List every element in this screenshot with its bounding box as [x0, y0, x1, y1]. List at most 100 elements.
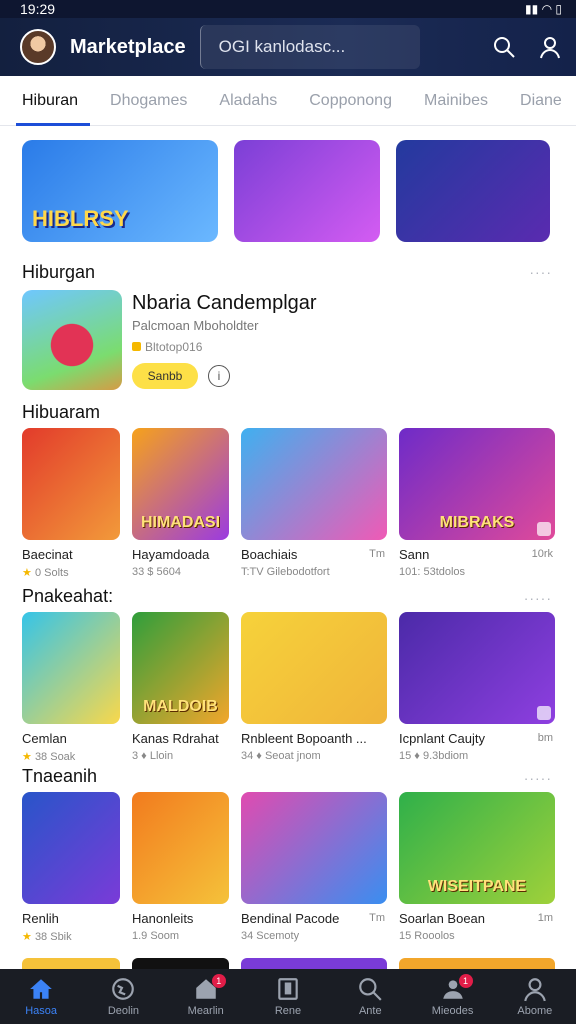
featured-app[interactable]: Nbaria Candemplgar Palcmoan Mboholdter B…: [22, 290, 552, 390]
section-title: Hibuaram: [22, 402, 101, 422]
section-title: Pnakeahat:: [22, 586, 114, 606]
banner-card[interactable]: [234, 140, 380, 242]
app-card[interactable]: MALDOIB Kanas Rdrahat 3 ♦ Lloin: [132, 612, 229, 763]
play-icon: [537, 706, 551, 720]
more-icon[interactable]: ····: [529, 264, 552, 280]
app-meta: ★ 0 Solts: [22, 567, 69, 579]
search-input[interactable]: OGI kanlodasc...: [199, 25, 420, 69]
app-name: Kanas Rdrahat: [132, 731, 219, 746]
tab-hiburan[interactable]: Hiburan: [15, 76, 91, 126]
home-icon: [30, 979, 52, 999]
search-icon[interactable]: [492, 35, 516, 59]
search-icon: [359, 978, 382, 1001]
app-card[interactable]: Baecinat ★ 0 Solts: [22, 428, 120, 579]
next-row-peek: [22, 958, 555, 969]
app-thumbnail: [241, 792, 387, 904]
banner-card[interactable]: [396, 140, 550, 242]
bottom-nav: Hasoa Deolin 1 Mearlin Rene Ante 1 Mieod…: [0, 969, 576, 1024]
status-time: 19:29: [20, 1, 56, 17]
more-icon[interactable]: ·····: [524, 590, 552, 606]
app-meta: ★ 38 Sbik: [22, 931, 72, 943]
app-name: Soarlan Boean: [399, 911, 486, 926]
play-icon: [537, 522, 551, 536]
app-card[interactable]: Bendinal Pacode 34 Scemoty Tm: [241, 792, 387, 943]
app-name: Cemlan: [22, 731, 67, 746]
nav-label: Rene: [274, 1005, 302, 1017]
tab-aladahs[interactable]: Aladahs: [219, 76, 277, 126]
app-thumbnail: MALDOIB: [132, 612, 229, 724]
app-size: bm: [537, 732, 553, 744]
tab-dhogames[interactable]: Dhogames: [110, 76, 187, 126]
app-name: Icpnlant Caujty: [399, 731, 485, 746]
app-thumbnail: WISEITPANE: [399, 792, 555, 904]
nav-item-rene[interactable]: Rene: [247, 969, 329, 1024]
nav-item-abome[interactable]: Abome: [494, 969, 576, 1024]
nav-label: Ante: [358, 1005, 382, 1017]
app-name: Bendinal Pacode: [241, 911, 340, 926]
app-meta: 15 Rooolos: [399, 930, 455, 942]
app-name: Boachiais: [241, 547, 298, 562]
more-icon[interactable]: ·····: [524, 770, 552, 786]
banner-title: HIBLRSY: [32, 206, 129, 231]
app-name: Baecinat: [22, 547, 73, 562]
app-size: Tm: [369, 912, 385, 924]
nav-item-mearlin[interactable]: 1 Mearlin: [165, 969, 247, 1024]
banner-card[interactable]: HIBLRSY: [22, 140, 218, 242]
app-card[interactable]: Hanonleits 1.9 Soom: [132, 792, 229, 943]
app-title: Marketplace: [70, 35, 186, 58]
app-row: Cemlan ★ 38 Soak MALDOIB Kanas Rdrahat 3…: [22, 612, 567, 763]
nav-item-mieodes[interactable]: 1 Mieodes: [411, 969, 493, 1024]
section-title: Hiburgan: [22, 262, 96, 282]
nav-item-home[interactable]: Hasoa: [0, 969, 82, 1024]
app-meta: 33 $ 5604: [132, 566, 181, 578]
get-button[interactable]: Sanbb: [132, 363, 198, 389]
app-card[interactable]: Rnbleent Bopoanth ... 34 ♦ Seoat jnom: [241, 612, 387, 763]
app-card[interactable]: Renlih ★ 38 Sbik: [22, 792, 120, 943]
top-app-bar: Marketplace OGI kanlodasc...: [0, 18, 576, 76]
section-title: Tnaeanih: [22, 766, 98, 786]
tab-copponong[interactable]: Copponong: [309, 76, 392, 126]
app-row: Baecinat ★ 0 Solts HIMADASI Hayamdoada 3…: [22, 428, 567, 579]
nav-label: Deolin: [107, 1005, 140, 1017]
app-thumbnail: [241, 428, 387, 540]
app-card[interactable]: Icpnlant Caujty 15 ♦ 9.3bdiom bm: [399, 612, 555, 763]
thumbnail-caption: WISEITPANE: [427, 878, 527, 895]
thumbnail-caption: MALDOIB: [143, 698, 218, 715]
status-icons: ▮▮ ◠ ▯: [525, 2, 562, 16]
nav-label: Mearlin: [187, 1005, 224, 1017]
nav-item-deolin[interactable]: Deolin: [82, 969, 164, 1024]
app-meta: 1.9 Soom: [132, 930, 180, 942]
app-size: Tm: [369, 548, 385, 560]
app-row: Renlih ★ 38 Sbik Hanonleits 1.9 Soom Ben…: [22, 792, 567, 943]
app-meta: 15 ♦ 9.3bdiom: [399, 750, 469, 762]
app-card[interactable]: Boachiais T:TV Gilebodotfort Tm: [241, 428, 387, 579]
notification-badge: 1: [211, 974, 226, 988]
app-thumbnail: [399, 612, 555, 724]
nav-item-ante[interactable]: Ante: [329, 969, 411, 1024]
app-name: Hayamdoada: [132, 547, 210, 562]
app-meta: 34 Scemoty: [241, 930, 300, 942]
featured-app-name: Nbaria Candemplgar: [132, 292, 317, 314]
app-meta: T:TV Gilebodotfort: [241, 566, 330, 578]
app-size: 1m: [537, 912, 553, 924]
tab-mainibes[interactable]: Mainibes: [424, 76, 488, 126]
tab-diane[interactable]: Diane: [520, 76, 562, 126]
coin-icon: [132, 342, 141, 351]
app-name: Renlih: [22, 911, 59, 926]
featured-app-icon: [22, 290, 122, 390]
app-card[interactable]: WISEITPANE Soarlan Boean 15 Rooolos 1m: [399, 792, 555, 943]
info-icon[interactable]: i: [208, 365, 230, 387]
app-meta: 101: 53tdolos: [399, 566, 466, 578]
app-meta: ★ 38 Soak: [22, 751, 76, 763]
app-card[interactable]: Cemlan ★ 38 Soak: [22, 612, 120, 763]
app-card[interactable]: MIBRAKS Sann 101: 53tdolos 10rk: [399, 428, 555, 579]
avatar[interactable]: [20, 29, 56, 65]
app-card[interactable]: HIMADASI Hayamdoada 33 $ 5604: [132, 428, 229, 579]
featured-app-subtitle: Palcmoan Mboholdter: [132, 318, 259, 333]
notification-badge: 1: [458, 974, 473, 988]
globe-icon: [112, 978, 135, 1000]
app-thumbnail: MIBRAKS: [399, 428, 555, 540]
nav-label: Abome: [517, 1005, 553, 1017]
app-name: Hanonleits: [132, 911, 194, 926]
profile-icon[interactable]: [538, 35, 562, 59]
